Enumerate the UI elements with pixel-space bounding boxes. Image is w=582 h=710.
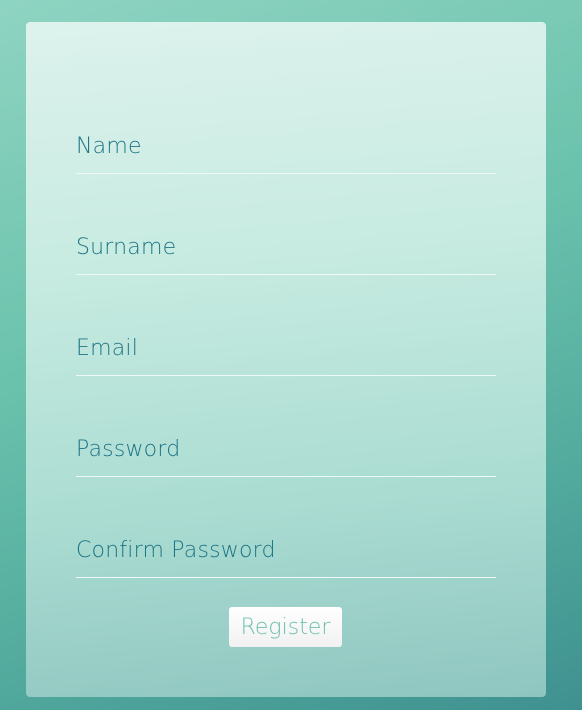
confirm-password-field[interactable]: Confirm Password: [76, 476, 496, 578]
email-label: Email: [76, 336, 139, 361]
password-label: Password: [76, 437, 181, 462]
surname-field[interactable]: Surname: [76, 173, 496, 275]
confirm-password-label: Confirm Password: [76, 538, 276, 563]
name-field[interactable]: Name: [76, 72, 496, 174]
register-button[interactable]: Register: [229, 607, 342, 647]
email-field[interactable]: Email: [76, 274, 496, 376]
password-field[interactable]: Password: [76, 375, 496, 477]
registration-form: Name Surname Email Password Confirm Pass…: [26, 22, 546, 697]
surname-label: Surname: [76, 235, 177, 260]
name-label: Name: [76, 134, 142, 159]
